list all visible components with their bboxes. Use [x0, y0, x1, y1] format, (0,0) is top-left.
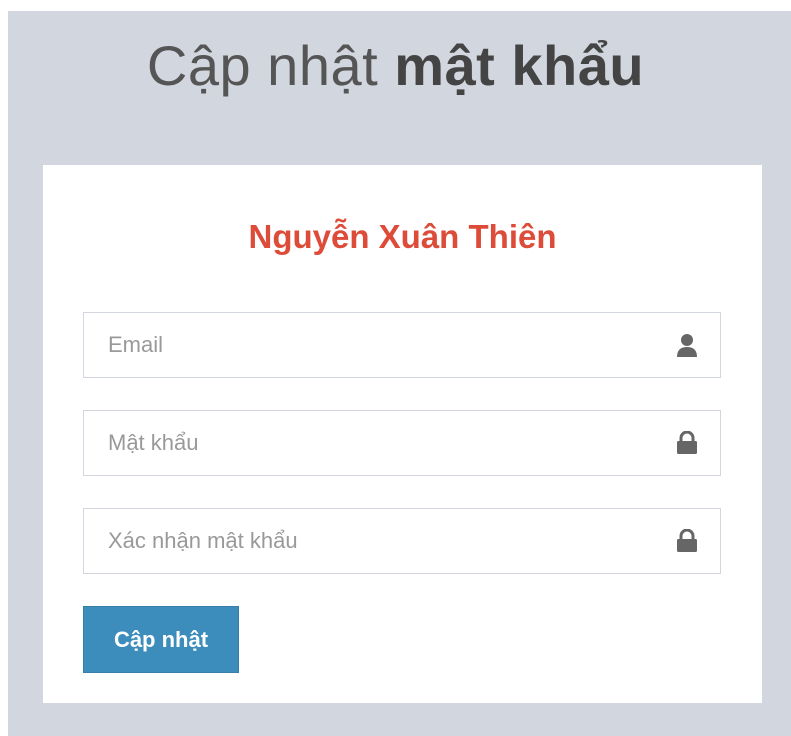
lock-icon: [676, 528, 698, 553]
password-field: [83, 410, 721, 476]
confirm-password-input[interactable]: [84, 509, 644, 573]
lock-icon: [676, 430, 698, 455]
page-background: Cập nhật mật khẩu Nguyễn Xuân Thiên Emai…: [8, 11, 791, 736]
page-title: Cập nhật mật khẩu: [8, 33, 783, 99]
email-input[interactable]: [84, 313, 644, 377]
user-icon: [676, 333, 698, 357]
update-password-card: Nguyễn Xuân Thiên Email Cập nhật: [43, 165, 762, 703]
confirm-password-field: [83, 508, 721, 574]
password-input[interactable]: [84, 411, 644, 475]
page-title-light: Cập nhật: [146, 34, 379, 97]
update-button[interactable]: Cập nhật: [83, 606, 239, 673]
page-title-bold: mật khẩu: [394, 34, 645, 97]
user-name: Nguyễn Xuân Thiên: [248, 218, 557, 255]
email-field: [83, 312, 721, 378]
